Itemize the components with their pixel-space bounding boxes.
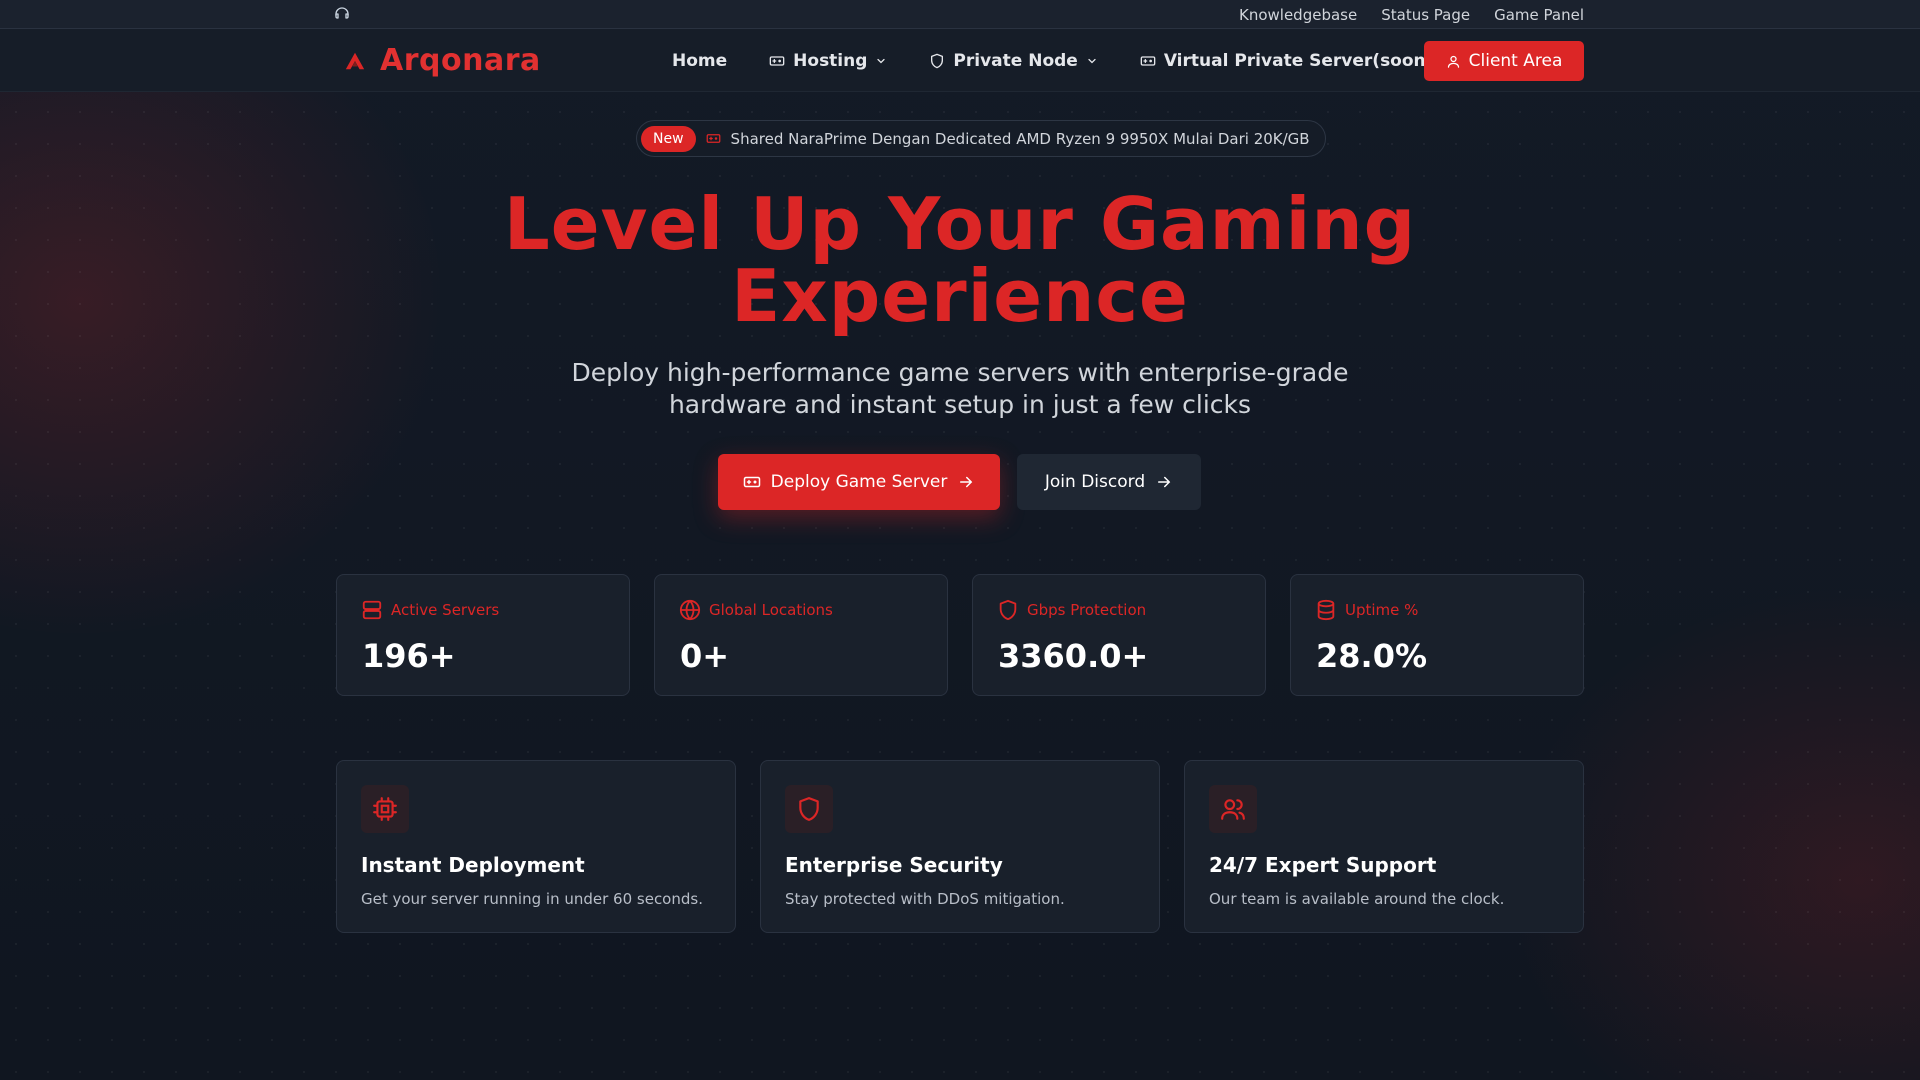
join-discord-button[interactable]: Join Discord (1017, 454, 1201, 510)
stat-label: Gbps Protection (997, 599, 1146, 621)
game-panel-link[interactable]: Game Panel (1494, 6, 1584, 24)
chevron-down-icon (877, 58, 886, 63)
top-links: Knowledgebase Status Page Game Panel (1239, 0, 1584, 29)
feature-description: Stay protected with DDoS mitigation. (785, 890, 1065, 908)
feature-title: Instant Deployment (361, 853, 585, 877)
gamepad-icon (769, 55, 785, 66)
brand-name: Arqonara (380, 43, 541, 78)
stat-card-uptime: Uptime % 28.0% (1290, 574, 1584, 696)
brand-logo[interactable]: Arqonara (344, 43, 541, 78)
feature-description: Our team is available around the clock. (1209, 890, 1505, 908)
discord-button-label: Join Discord (1044, 472, 1146, 492)
stat-value: 28.0% (1316, 637, 1428, 675)
stat-value: 3360.0+ (998, 637, 1149, 675)
shield-icon (799, 797, 819, 821)
deploy-button-label: Deploy Game Server (770, 472, 948, 492)
arrow-right-icon (960, 476, 973, 488)
announcement-banner[interactable]: New Shared NaraPrime Dengan Dedicated AM… (636, 120, 1326, 157)
server-icon (362, 600, 382, 620)
deploy-game-server-button[interactable]: Deploy Game Server (718, 454, 1000, 510)
nav-item-label: Virtual Private Server(soon) (1163, 50, 1434, 71)
stat-label: Active Servers (361, 599, 499, 621)
nav-menu: Home Hosting Private Node Virtual Privat… (672, 29, 1475, 92)
logo-icon (345, 52, 365, 69)
users-icon (1221, 799, 1245, 820)
client-area-label: Client Area (1468, 51, 1563, 71)
globe-icon (679, 599, 701, 621)
stat-label: Global Locations (679, 599, 833, 621)
stat-value: 196+ (362, 637, 456, 675)
user-icon (1447, 55, 1459, 68)
status-page-link[interactable]: Status Page (1381, 6, 1470, 24)
feature-icon-box (785, 785, 833, 833)
stat-label: Uptime % (1315, 599, 1418, 621)
stat-label-text: Global Locations (709, 601, 833, 619)
stat-label-text: Active Servers (391, 601, 500, 619)
gamepad-icon (1140, 55, 1156, 66)
feature-title: 24/7 Expert Support (1209, 853, 1437, 877)
feature-card-enterprise-security: Enterprise Security Stay protected with … (760, 760, 1160, 933)
feature-card-expert-support: 24/7 Expert Support Our team is availabl… (1184, 760, 1584, 933)
nav-item-label: Hosting (793, 50, 868, 71)
main-navbar: Arqonara Home Hosting Private Node Virtu… (0, 29, 1920, 92)
knowledgebase-link[interactable]: Knowledgebase (1239, 6, 1357, 24)
announcement-text: Shared NaraPrime Dengan Dedicated AMD Ry… (730, 129, 1310, 148)
headset-icon[interactable] (334, 6, 350, 22)
gamepad-icon (706, 134, 720, 143)
nav-item-label: Home (672, 50, 728, 71)
hero-title-line2: Experience (731, 254, 1189, 338)
stat-value: 0+ (680, 637, 730, 675)
nav-item-label: Private Node (953, 50, 1078, 71)
hero-subtitle-line2: hardware and instant setup in just a few… (668, 390, 1252, 419)
top-utility-bar: Knowledgebase Status Page Game Panel (0, 0, 1920, 29)
arrow-right-icon (1158, 476, 1171, 488)
stat-label-text: Uptime % (1345, 601, 1419, 619)
new-badge: New (641, 125, 696, 152)
hero-title: Level Up Your Gaming Experience (0, 188, 1920, 332)
cpu-icon (373, 797, 397, 821)
feature-title: Enterprise Security (785, 853, 1003, 877)
stat-card-global-locations: Global Locations 0+ (654, 574, 948, 696)
stat-card-gbps-protection: Gbps Protection 3360.0+ (972, 574, 1266, 696)
feature-card-instant-deployment: Instant Deployment Get your server runni… (336, 760, 736, 933)
chevron-down-icon (1088, 58, 1096, 63)
client-area-button[interactable]: Client Area (1424, 41, 1584, 81)
gamepad-icon (743, 476, 760, 488)
database-icon (1317, 599, 1335, 621)
shield-icon (999, 599, 1017, 621)
nav-item-vps[interactable]: Virtual Private Server(soon) (1140, 50, 1434, 71)
stat-label-text: Gbps Protection (1027, 601, 1147, 619)
shield-icon (931, 53, 944, 68)
nav-item-hosting[interactable]: Hosting (769, 51, 887, 71)
feature-description: Get your server running in under 60 seco… (361, 890, 703, 908)
nav-item-home[interactable]: Home (672, 51, 727, 71)
hero-title-line1: Level Up Your Gaming (503, 182, 1417, 266)
feature-icon-box (1209, 785, 1257, 833)
stat-card-active-servers: Active Servers 196+ (336, 574, 630, 696)
hero-subtitle: Deploy high-performance game servers wit… (560, 357, 1360, 421)
hero-subtitle-line1: Deploy high-performance game servers wit… (571, 358, 1349, 387)
nav-item-private-node[interactable]: Private Node (929, 51, 1097, 71)
feature-icon-box (361, 785, 409, 833)
